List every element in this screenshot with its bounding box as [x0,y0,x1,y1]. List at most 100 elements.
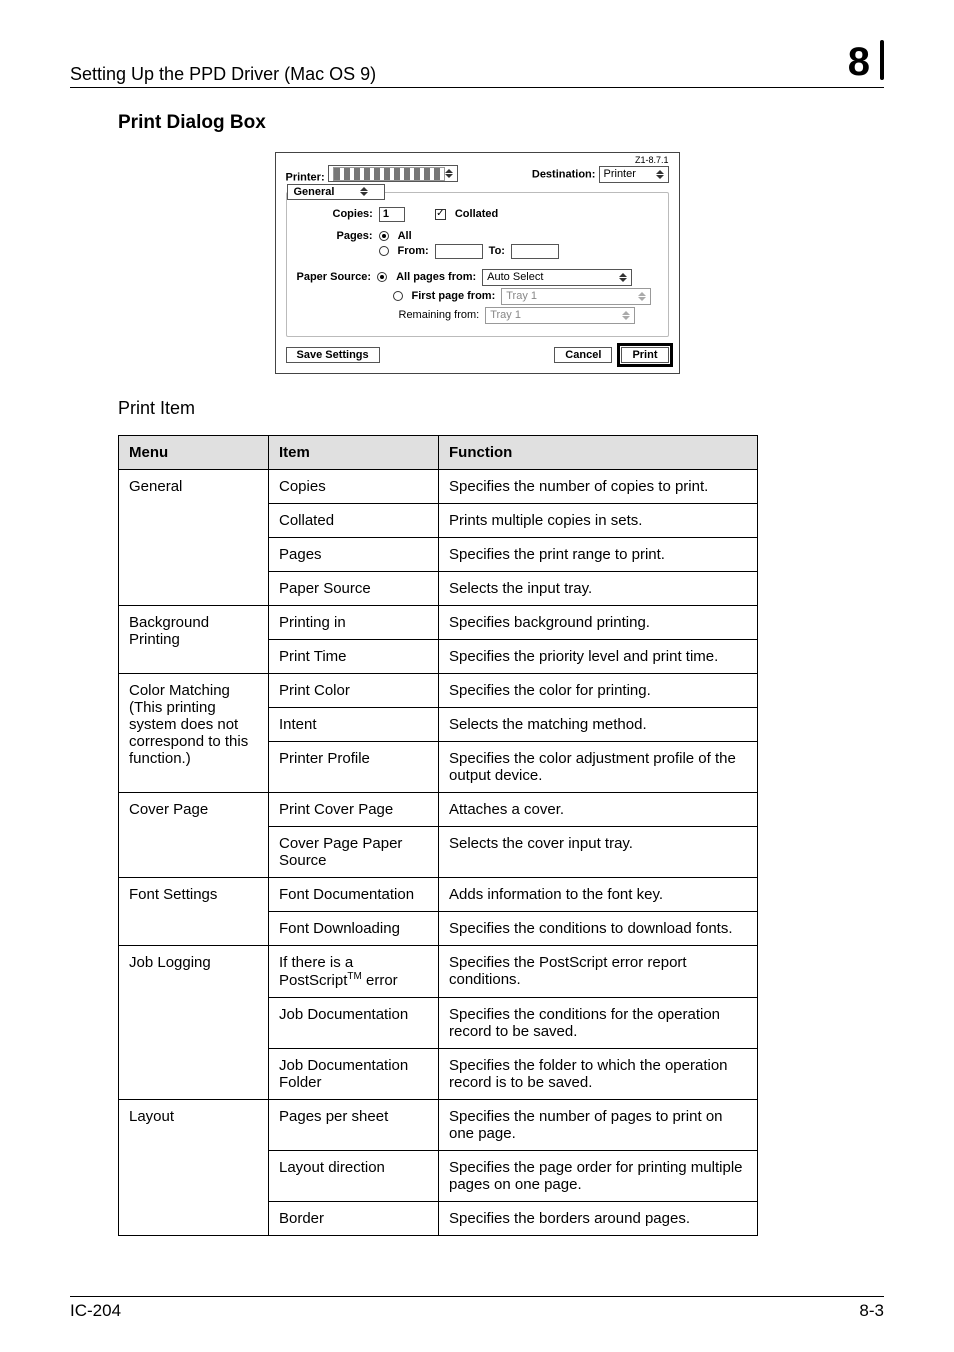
subsection-title: Print Item [118,398,884,419]
table-row: Background PrintingPrinting inSpecifies … [119,605,758,639]
item-cell: Pages per sheet [269,1099,439,1150]
table-row: Font SettingsFont DocumentationAdds info… [119,877,758,911]
function-cell: Specifies the color for printing. [439,673,758,707]
pages-all-radio[interactable] [379,231,389,241]
destination-value: Printer [604,168,636,180]
spinner-icon [360,185,368,198]
item-cell: Border [269,1201,439,1235]
item-cell: Print Time [269,639,439,673]
function-cell: Attaches a cover. [439,792,758,826]
copies-label: Copies: [333,208,373,220]
item-cell: Intent [269,707,439,741]
spinner-icon [638,290,646,303]
table-row: LayoutPages per sheetSpecifies the numbe… [119,1099,758,1150]
item-cell: Job Documentation Folder [269,1048,439,1099]
all-pages-from-select[interactable]: Auto Select [482,269,632,286]
table-row: Color Matching (This printing system doe… [119,673,758,707]
item-cell: Layout direction [269,1150,439,1201]
item-cell: Printing in [269,605,439,639]
panel-name: General [294,186,335,198]
pages-from-label: From: [398,245,429,257]
table-header-row: Menu Item Function [119,435,758,469]
save-settings-button[interactable]: Save Settings [286,347,380,363]
function-cell: Specifies the folder to which the operat… [439,1048,758,1099]
collated-checkbox[interactable] [435,209,446,220]
spinner-icon [656,168,664,181]
header-function: Function [439,435,758,469]
spinner-icon [619,271,627,284]
function-cell: Specifies the priority level and print t… [439,639,758,673]
chapter-number: 8 [848,40,870,85]
destination-select[interactable]: Printer [599,166,669,183]
function-cell: Selects the matching method. [439,707,758,741]
item-cell: Print Cover Page [269,792,439,826]
footer-right: 8-3 [859,1301,884,1321]
collated-label: Collated [455,208,498,220]
first-page-from-value: Tray 1 [506,290,537,302]
item-cell: Font Downloading [269,911,439,945]
table-row: Job LoggingIf there is a PostScriptTM er… [119,945,758,997]
remaining-from-label: Remaining from: [399,309,480,321]
running-head: Setting Up the PPD Driver (Mac OS 9) [70,64,376,85]
function-cell: Prints multiple copies in sets. [439,503,758,537]
menu-cell: General [119,469,269,605]
function-cell: Specifies the borders around pages. [439,1201,758,1235]
remaining-from-select: Tray 1 [485,307,635,324]
pages-to-label: To: [489,245,505,257]
all-pages-from-label: All pages from: [396,271,476,283]
footer-left: IC-204 [70,1301,121,1321]
item-cell: Collated [269,503,439,537]
function-cell: Specifies the conditions for the operati… [439,997,758,1048]
print-button[interactable]: Print [621,347,668,363]
item-cell: If there is a PostScriptTM error [269,945,439,997]
function-cell: Specifies the print range to print. [439,537,758,571]
pages-all-label: All [398,230,412,242]
header-menu: Menu [119,435,269,469]
menu-cell: Color Matching (This printing system doe… [119,673,269,792]
printer-name-placeholder [333,167,445,181]
first-page-radio[interactable] [393,291,403,301]
panel-select[interactable]: General [287,184,386,200]
function-cell: Specifies the number of pages to print o… [439,1099,758,1150]
first-page-from-select: Tray 1 [501,288,651,305]
function-cell: Specifies the page order for printing mu… [439,1150,758,1201]
all-pages-radio[interactable] [377,272,387,282]
print-item-table: Menu Item Function GeneralCopiesSpecifie… [118,435,758,1236]
dialog-version: Z1-8.7.1 [635,155,669,165]
menu-cell: Font Settings [119,877,269,945]
pages-from-input[interactable] [435,244,483,259]
menu-cell: Background Printing [119,605,269,673]
function-cell: Specifies the PostScript error report co… [439,945,758,997]
spinner-icon [445,167,453,180]
menu-cell: Cover Page [119,792,269,877]
print-dialog: Z1-8.7.1 Printer: Destination: Printer G… [275,152,680,374]
paper-source-label: Paper Source: [297,271,372,283]
header-item: Item [269,435,439,469]
item-cell: Copies [269,469,439,503]
menu-cell: Layout [119,1099,269,1235]
item-cell: Printer Profile [269,741,439,792]
item-cell: Cover Page Paper Source [269,826,439,877]
function-cell: Specifies background printing. [439,605,758,639]
function-cell: Specifies the number of copies to print. [439,469,758,503]
copies-input[interactable]: 1 [379,207,405,222]
general-group: General Copies: 1 Collated Pages: All Fr… [286,192,669,337]
cancel-button[interactable]: Cancel [554,347,612,363]
table-row: GeneralCopiesSpecifies the number of cop… [119,469,758,503]
pages-from-radio[interactable] [379,246,389,256]
remaining-from-value: Tray 1 [490,309,521,321]
spinner-icon [622,309,630,322]
item-cell: Paper Source [269,571,439,605]
table-row: Cover PagePrint Cover PageAttaches a cov… [119,792,758,826]
all-pages-from-value: Auto Select [487,271,543,283]
function-cell: Adds information to the font key. [439,877,758,911]
decorative-rule [880,40,884,80]
function-cell: Specifies the conditions to download fon… [439,911,758,945]
first-page-from-label: First page from: [412,290,496,302]
destination-label: Destination: [532,168,596,180]
pages-label: Pages: [337,230,373,242]
pages-to-input[interactable] [511,244,559,259]
printer-select[interactable] [328,165,458,182]
menu-cell: Job Logging [119,945,269,1099]
item-cell: Job Documentation [269,997,439,1048]
